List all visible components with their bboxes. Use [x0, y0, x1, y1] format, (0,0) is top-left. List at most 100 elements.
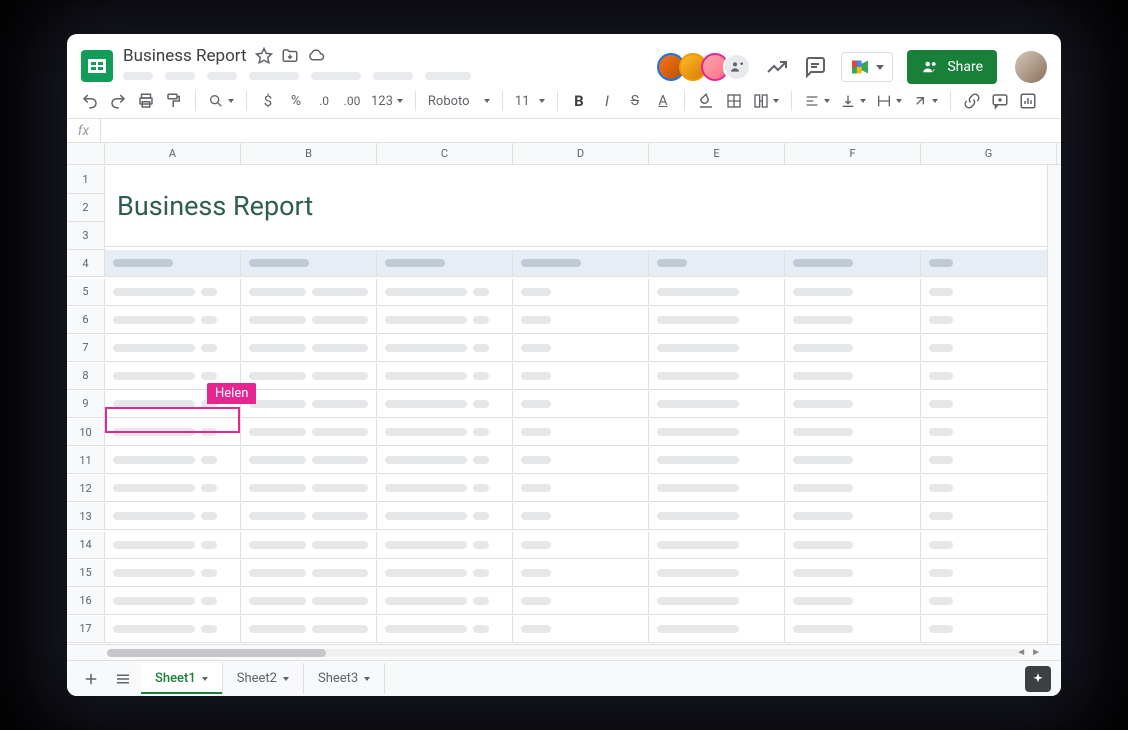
cell[interactable] — [649, 475, 785, 502]
font-family-dropdown[interactable]: Roboto — [424, 94, 494, 109]
font-size-dropdown[interactable]: 11 — [511, 94, 549, 109]
cell[interactable] — [513, 475, 649, 502]
row-header[interactable]: 7 — [67, 335, 105, 362]
increase-decimal-icon[interactable]: .00 — [341, 90, 363, 112]
column-header[interactable]: B — [241, 143, 377, 165]
cell[interactable] — [649, 616, 785, 643]
cell[interactable] — [241, 447, 377, 474]
cell[interactable] — [785, 588, 921, 615]
percent-icon[interactable]: % — [285, 90, 307, 112]
cell[interactable] — [785, 250, 921, 277]
horizontal-align-dropdown[interactable] — [800, 93, 834, 109]
cell[interactable] — [921, 447, 1057, 474]
text-wrap-dropdown[interactable] — [872, 93, 906, 109]
borders-icon[interactable] — [723, 90, 745, 112]
cell[interactable] — [377, 335, 513, 362]
cell[interactable] — [513, 419, 649, 446]
cell[interactable] — [241, 560, 377, 587]
cell[interactable] — [649, 307, 785, 334]
cell[interactable] — [105, 335, 241, 362]
cell[interactable] — [241, 532, 377, 559]
strikethrough-icon[interactable]: S — [624, 90, 646, 112]
cell[interactable] — [105, 307, 241, 334]
cell[interactable] — [785, 391, 921, 418]
select-all-corner[interactable] — [67, 143, 105, 165]
cell[interactable] — [921, 532, 1057, 559]
column-header[interactable]: A — [105, 143, 241, 165]
cell[interactable] — [241, 279, 377, 306]
sheet-title-cell[interactable]: Business Report — [105, 166, 1061, 247]
cell[interactable] — [513, 616, 649, 643]
cell[interactable] — [785, 616, 921, 643]
column-header[interactable]: C — [377, 143, 513, 165]
cell[interactable] — [649, 279, 785, 306]
insert-comment-icon[interactable] — [989, 90, 1011, 112]
cell[interactable] — [241, 616, 377, 643]
cell[interactable] — [921, 250, 1057, 277]
cell[interactable] — [513, 447, 649, 474]
row-header[interactable]: 6 — [67, 307, 105, 334]
cell[interactable] — [649, 503, 785, 530]
cloud-saved-icon[interactable] — [307, 47, 325, 65]
cell[interactable] — [105, 475, 241, 502]
cell[interactable] — [921, 588, 1057, 615]
cell[interactable] — [105, 250, 241, 277]
cell[interactable] — [513, 560, 649, 587]
cell[interactable] — [921, 419, 1057, 446]
cell[interactable] — [513, 335, 649, 362]
cell[interactable] — [649, 588, 785, 615]
cell[interactable] — [105, 616, 241, 643]
cell[interactable] — [105, 588, 241, 615]
row-header[interactable]: 8 — [67, 363, 105, 390]
column-header[interactable]: E — [649, 143, 785, 165]
formula-input[interactable] — [101, 119, 1061, 142]
cell[interactable] — [921, 279, 1057, 306]
cell[interactable] — [377, 419, 513, 446]
cell[interactable] — [241, 475, 377, 502]
cell[interactable] — [649, 447, 785, 474]
document-title[interactable]: Business Report — [123, 46, 247, 66]
cell[interactable] — [785, 335, 921, 362]
add-collaborator-icon[interactable] — [723, 53, 751, 81]
cell[interactable] — [105, 503, 241, 530]
sheet-tab[interactable]: Sheet1 — [141, 663, 223, 694]
decrease-decimal-icon[interactable]: .0 — [313, 90, 335, 112]
cell[interactable] — [513, 532, 649, 559]
cell[interactable] — [921, 363, 1057, 390]
account-avatar[interactable] — [1015, 51, 1047, 83]
print-icon[interactable] — [135, 90, 157, 112]
cell[interactable] — [649, 419, 785, 446]
merge-cells-dropdown[interactable] — [749, 93, 783, 109]
add-sheet-icon[interactable] — [77, 665, 105, 693]
cell[interactable] — [921, 335, 1057, 362]
meet-button[interactable] — [841, 52, 893, 82]
insert-link-icon[interactable] — [961, 90, 983, 112]
row-header[interactable]: 13 — [67, 503, 105, 530]
move-folder-icon[interactable] — [281, 47, 299, 65]
cell[interactable] — [921, 307, 1057, 334]
cell[interactable] — [377, 560, 513, 587]
cell[interactable] — [241, 503, 377, 530]
cell[interactable] — [649, 363, 785, 390]
fill-color-icon[interactable] — [695, 90, 717, 112]
star-icon[interactable] — [255, 47, 273, 65]
cell[interactable] — [377, 307, 513, 334]
row-header[interactable]: 15 — [67, 560, 105, 587]
italic-icon[interactable]: I — [596, 90, 618, 112]
row-header[interactable]: 11 — [67, 447, 105, 474]
cell[interactable] — [649, 391, 785, 418]
cell[interactable] — [377, 391, 513, 418]
zoom-dropdown[interactable] — [204, 93, 238, 109]
cell[interactable] — [241, 335, 377, 362]
vertical-align-dropdown[interactable] — [836, 93, 870, 109]
paint-format-icon[interactable] — [163, 90, 185, 112]
vertical-scrollbar[interactable] — [1047, 165, 1061, 644]
cell[interactable] — [513, 503, 649, 530]
row-header[interactable]: 14 — [67, 532, 105, 559]
cell[interactable] — [921, 616, 1057, 643]
cell[interactable] — [377, 250, 513, 277]
row-header[interactable]: 16 — [67, 588, 105, 615]
cell[interactable] — [921, 560, 1057, 587]
cell[interactable] — [921, 503, 1057, 530]
sheet-tab[interactable]: Sheet3 — [304, 663, 385, 694]
